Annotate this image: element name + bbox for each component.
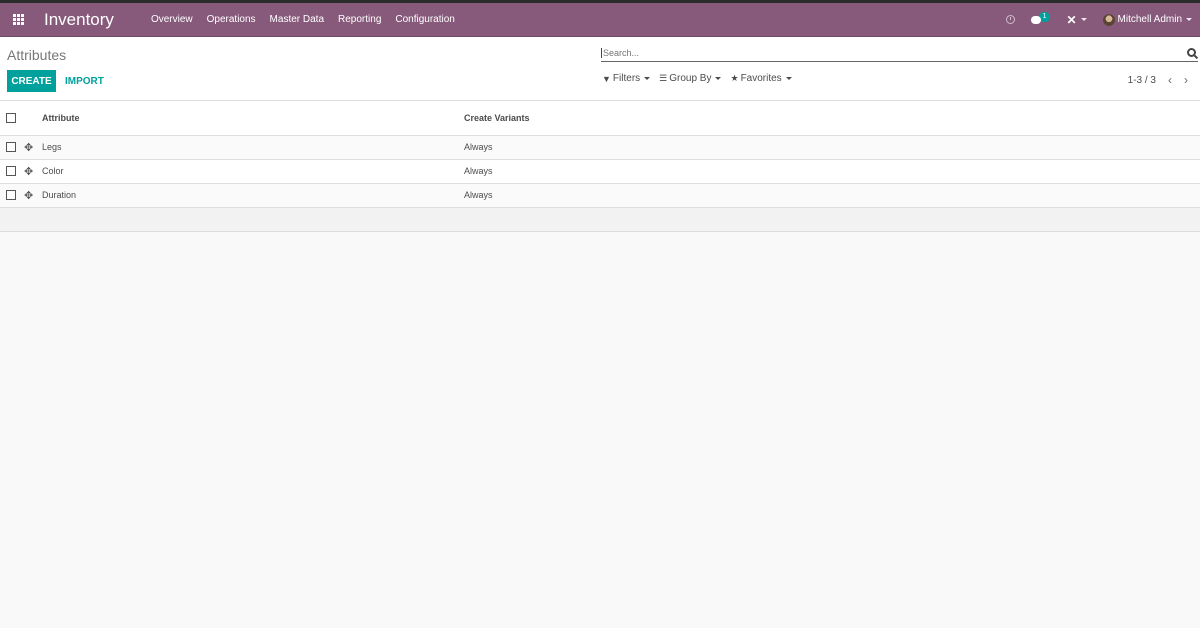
cell-attribute: Color: [42, 159, 464, 184]
cell-create-variants: Always: [464, 135, 1200, 160]
pager: 1-3 / 3 ‹ ›: [1128, 73, 1188, 87]
app-title[interactable]: Inventory: [44, 10, 114, 30]
create-button[interactable]: CREATE: [7, 70, 56, 92]
user-menu[interactable]: Mitchell Admin: [1095, 3, 1200, 36]
chevron-right-icon[interactable]: ›: [1184, 73, 1188, 87]
menu-overview[interactable]: Overview: [144, 14, 200, 25]
row-checkbox[interactable]: [6, 166, 16, 177]
attributes-table: Attribute Create Variants ✥ Legs Always …: [0, 101, 1200, 208]
column-create-variants[interactable]: Create Variants: [464, 101, 1200, 136]
search-icon[interactable]: [1187, 48, 1196, 57]
cell-attribute: Duration: [42, 183, 464, 208]
table-row[interactable]: ✥ Color Always: [0, 159, 1200, 184]
systray: 1 ✕ Mitchell Admin: [998, 3, 1200, 36]
caret-down-icon: [1080, 18, 1087, 21]
debug-tools-button[interactable]: ✕: [1058, 3, 1094, 36]
caret-down-icon: [715, 77, 722, 80]
list-view: Attribute Create Variants ✥ Legs Always …: [0, 101, 1200, 232]
drag-handle-icon[interactable]: ✥: [24, 166, 33, 178]
caret-down-icon: [785, 77, 792, 80]
cell-attribute: Legs: [42, 135, 464, 160]
column-attribute[interactable]: Attribute: [42, 101, 464, 136]
tools-icon: ✕: [1066, 12, 1077, 27]
star-icon: ★: [730, 73, 739, 83]
pager-value[interactable]: 1-3 / 3: [1128, 75, 1156, 86]
table-footer: [0, 207, 1200, 232]
menu-reporting[interactable]: Reporting: [331, 14, 388, 25]
caret-down-icon: [1186, 18, 1192, 21]
filters-label: Filters: [612, 73, 641, 84]
avatar: [1102, 13, 1115, 26]
user-name: Mitchell Admin: [1117, 14, 1182, 25]
chat-icon: [1030, 15, 1041, 24]
chevron-left-icon[interactable]: ‹: [1168, 73, 1172, 87]
cell-create-variants: Always: [464, 159, 1200, 184]
search-options: ▼ Filters ☰ Group By ★ Favorites: [602, 73, 801, 84]
table-row[interactable]: ✥ Duration Always: [0, 183, 1200, 208]
table-header: Attribute Create Variants: [0, 101, 1200, 136]
row-checkbox[interactable]: [6, 190, 16, 201]
filter-icon: ▼: [602, 73, 611, 84]
favorites-dropdown[interactable]: ★ Favorites: [730, 73, 792, 84]
caret-down-icon: [644, 77, 651, 80]
row-checkbox[interactable]: [6, 142, 16, 153]
select-all-checkbox[interactable]: [6, 113, 16, 124]
bars-icon: ☰: [659, 73, 668, 83]
apps-menu-icon[interactable]: [4, 14, 32, 25]
favorites-label: Favorites: [740, 73, 782, 84]
messaging-button[interactable]: 1: [1023, 3, 1059, 36]
filters-dropdown[interactable]: ▼ Filters: [602, 73, 651, 84]
cell-create-variants: Always: [464, 183, 1200, 208]
control-panel: Attributes CREATE IMPORT ▼ Filters ☰ Gro…: [0, 37, 1200, 101]
drag-handle-icon[interactable]: ✥: [24, 190, 33, 202]
clock-icon: [1005, 15, 1015, 24]
main-menu: Overview Operations Master Data Reportin…: [144, 14, 462, 25]
groupby-dropdown[interactable]: ☰ Group By: [659, 73, 722, 84]
menu-operations[interactable]: Operations: [200, 14, 263, 25]
activity-button[interactable]: [998, 3, 1023, 36]
main-navbar: Inventory Overview Operations Master Dat…: [0, 3, 1200, 37]
groupby-label: Group By: [669, 73, 712, 84]
table-row[interactable]: ✥ Legs Always: [0, 135, 1200, 160]
import-button[interactable]: IMPORT: [60, 70, 109, 92]
menu-configuration[interactable]: Configuration: [388, 14, 461, 25]
search-bar: [601, 44, 1198, 62]
menu-master-data[interactable]: Master Data: [263, 14, 331, 25]
drag-handle-icon[interactable]: ✥: [24, 142, 33, 154]
breadcrumb: Attributes: [7, 47, 67, 63]
search-input[interactable]: [601, 47, 1187, 58]
